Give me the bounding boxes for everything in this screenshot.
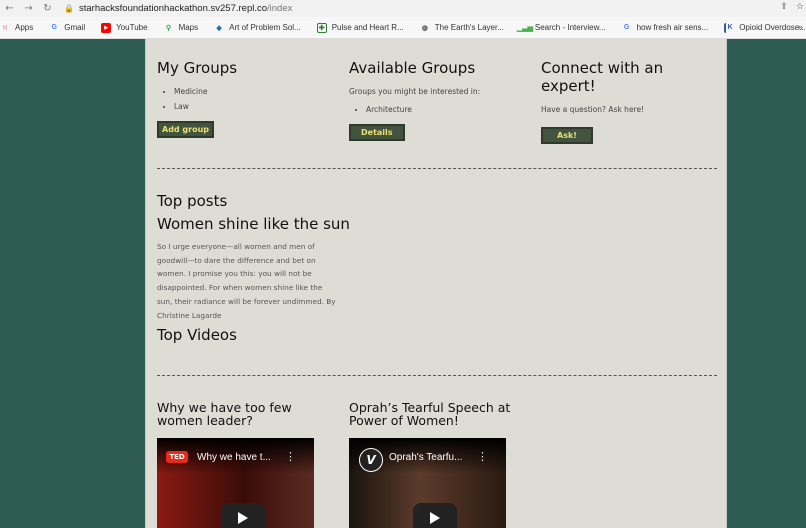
bookmark-label: Maps	[178, 23, 199, 32]
add-group-button[interactable]: Add group	[157, 121, 215, 138]
star-icon[interactable]: ☆	[796, 2, 804, 12]
k-icon: K	[724, 22, 734, 33]
list-item: Law	[174, 102, 337, 111]
bookmarks-bar: ⁙ Apps G Gmail ▶ YouTube ⚲ Maps ◆ Art of Prob…	[0, 17, 806, 39]
google-icon: G	[51, 24, 57, 31]
my-groups-title: My Groups	[157, 59, 238, 77]
details-button[interactable]: Details	[349, 124, 405, 141]
bookmark-aops[interactable]: ◆ Art of Problem Sol...	[214, 23, 301, 33]
bookmark-label: Gmail	[64, 23, 86, 32]
bookmark-gmail[interactable]: G Gmail	[49, 23, 86, 33]
play-button-icon[interactable]	[413, 503, 457, 528]
bookmark-label: how fresh air sens...	[636, 23, 709, 32]
chart-icon: ▁▃▅	[516, 24, 533, 32]
apps-grid-icon: ⁙	[2, 24, 8, 32]
share-icon[interactable]: ⇪	[780, 2, 788, 12]
aops-icon: ◆	[216, 24, 222, 32]
lock-icon[interactable]: 🔒	[63, 4, 75, 13]
available-groups-section: Available Groups Groups you might be int…	[349, 59, 529, 141]
divider	[157, 168, 717, 169]
expert-title: Connect with an expert!	[541, 59, 664, 95]
video-thumbnail[interactable]: V Oprah's Tearfu... ⋮	[349, 438, 506, 528]
bookmark-label: Art of Problem Sol...	[229, 23, 301, 32]
bookmark-label: Search - Interview...	[534, 23, 606, 32]
bookmark-label: Opioid Overdose...	[739, 23, 806, 32]
back-icon[interactable]: ←	[0, 3, 19, 14]
bookmark-opioid[interactable]: K Opioid Overdose...	[724, 22, 806, 33]
my-groups-section: My Groups Medicine Law Add group	[157, 59, 337, 138]
video-heading: Why we have too few women leader?	[157, 400, 292, 428]
globe-icon: ◍	[421, 24, 428, 32]
expert-text: Have a question? Ask here!	[541, 105, 645, 114]
video-thumb-title: Why we have t...	[197, 452, 271, 463]
bookmark-search[interactable]: ▁▃▅ Search - Interview...	[516, 23, 606, 33]
maps-pin-icon: ⚲	[165, 24, 172, 32]
divider	[157, 375, 717, 376]
ted-logo-icon: TED	[166, 451, 188, 463]
more-bookmarks-icon[interactable]: »	[798, 22, 803, 32]
forward-icon[interactable]: →	[19, 3, 38, 14]
play-button-icon[interactable]	[221, 503, 265, 528]
bookmark-pulse[interactable]: ✚ Pulse and Heart R...	[316, 22, 404, 33]
video-thumb-title: Oprah's Tearfu...	[389, 452, 463, 463]
bookmark-youtube[interactable]: ▶ YouTube	[101, 22, 148, 33]
url-domain: starhacksfoundationhackathon.sv257.repl.…	[79, 3, 268, 14]
post-text: So I urge everyone—all women and men of …	[157, 242, 336, 320]
expert-section: Connect with an expert! Have a question?…	[541, 59, 721, 144]
bookmark-label: Pulse and Heart R...	[331, 23, 404, 32]
available-groups-title: Available Groups	[349, 59, 476, 77]
my-groups-list: Medicine Law	[157, 87, 337, 111]
bookmark-apps[interactable]: ⁙ Apps	[0, 23, 33, 33]
available-groups-list: Architecture	[349, 105, 529, 114]
bookmark-earth[interactable]: ◍ The Earth's Layer...	[420, 23, 504, 33]
post-title: Women shine like the sun	[157, 215, 350, 233]
bookmark-fresh-air[interactable]: Ghow fresh air sens...	[622, 23, 709, 33]
video-card: Oprah’s Tearful Speech at Power of Women…	[349, 400, 524, 528]
pulse-icon: ✚	[316, 22, 327, 33]
video-heading: Oprah’s Tearful Speech at Power of Women…	[349, 400, 511, 428]
youtube-icon: ▶	[101, 22, 112, 33]
available-groups-text: Groups you might be interested in:	[349, 87, 481, 96]
reload-icon[interactable]: ↻	[38, 3, 57, 14]
ask-button[interactable]: Ask!	[541, 127, 593, 144]
browser-url-bar: ← → ↻ 🔒 starhacksfoundationhackathon.sv2…	[0, 0, 806, 17]
bookmark-label: Apps	[15, 23, 34, 32]
video-card: Why we have too few women leader? TED Wh…	[157, 400, 332, 528]
bookmark-label: The Earth's Layer...	[434, 23, 504, 32]
top-videos-title: Top Videos	[157, 326, 237, 344]
video-thumbnail[interactable]: TED Why we have t... ⋮	[157, 438, 314, 528]
google-icon: G	[623, 24, 630, 31]
list-item: Medicine	[174, 87, 337, 96]
more-options-icon[interactable]: ⋮	[477, 450, 488, 463]
channel-logo-icon: V	[359, 448, 383, 472]
list-item: Architecture	[366, 105, 529, 114]
url-path: /index	[267, 3, 293, 14]
main-content: My Groups Medicine Law Add group Availab…	[145, 39, 727, 528]
more-options-icon[interactable]: ⋮	[285, 450, 296, 463]
top-posts-title: Top posts	[157, 192, 228, 210]
bookmark-label: YouTube	[116, 23, 148, 32]
address-field[interactable]: starhacksfoundationhackathon.sv257.repl.…	[79, 3, 292, 14]
bookmark-maps[interactable]: ⚲ Maps	[164, 23, 199, 33]
